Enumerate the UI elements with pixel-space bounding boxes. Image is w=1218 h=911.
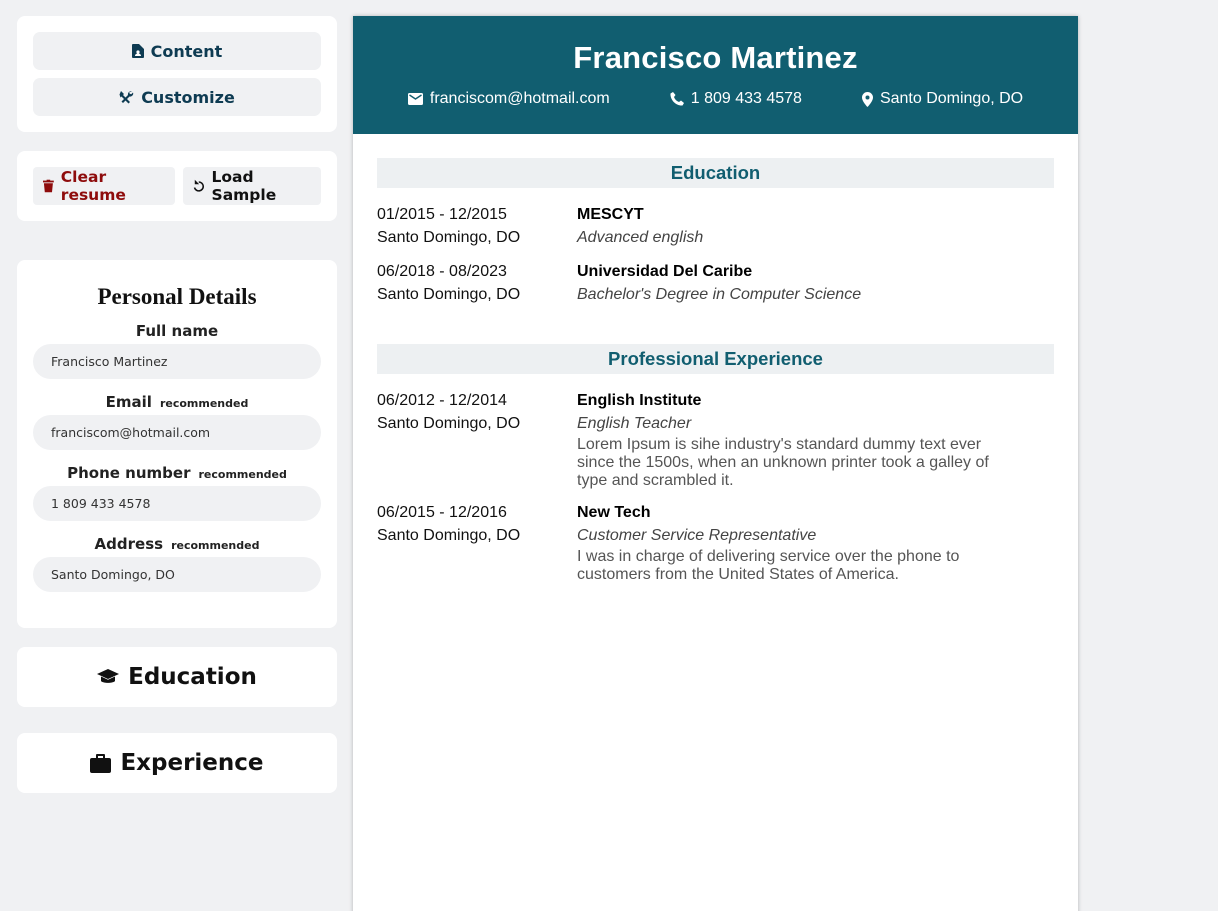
entry-location: Santo Domingo, DO [377, 229, 521, 246]
address-label-row: Address recommended [33, 535, 321, 557]
full-name-label: Full name [135, 322, 219, 340]
entry-school: Universidad Del Caribe [577, 263, 753, 280]
entry-description: I was in charge of delivering service ov… [577, 548, 960, 583]
entry-degree: Bachelor's Degree in Computer Science [577, 286, 862, 303]
map-pin-icon [861, 91, 873, 107]
resume-phone: 1 809 433 4578 [670, 90, 802, 108]
entry-degree: Advanced english [577, 229, 704, 246]
entry-company: New Tech [577, 504, 651, 521]
education-section-toggle[interactable]: Education [17, 647, 337, 707]
experience-entry: 06/2012 - 12/2014 Santo Domingo, DO Engl… [377, 389, 1054, 490]
trash-icon [43, 179, 54, 193]
document-icon [131, 44, 144, 58]
personal-details-title: Personal Details [97, 284, 257, 309]
entry-dates: 01/2015 - 12/2015 [377, 206, 507, 223]
load-sample-label: Load Sample [211, 168, 277, 204]
nav-card: Content Customize [17, 16, 337, 132]
experience-section-label: Experience [120, 750, 264, 776]
education-heading: Education [377, 158, 1054, 188]
phone-input[interactable]: 1 809 433 4578 [33, 486, 321, 521]
resume-phone-text: 1 809 433 4578 [690, 90, 802, 107]
full-name-input[interactable]: Francisco Martinez [33, 344, 321, 379]
address-label: Address [94, 535, 164, 553]
education-section-label: Education [128, 664, 257, 690]
email-input[interactable]: franciscom@hotmail.com [33, 415, 321, 450]
email-label-row: Email recommended [33, 393, 321, 415]
briefcase-icon [90, 753, 112, 773]
customize-button[interactable]: Customize [33, 78, 321, 116]
content-label: Content [150, 41, 223, 61]
personal-details-card: Personal Details Full name Francisco Mar… [17, 260, 337, 628]
tools-icon [119, 90, 134, 103]
experience-heading: Professional Experience [377, 344, 1054, 374]
clear-resume-label: Clear resume [60, 168, 126, 204]
phone-icon [670, 92, 684, 106]
entry-location: Santo Domingo, DO [377, 286, 521, 303]
entry-location: Santo Domingo, DO [377, 415, 521, 432]
entry-position: Customer Service Representative [577, 527, 817, 544]
reload-icon [193, 179, 205, 192]
phone-recommended-tag: recommended [198, 468, 287, 481]
customize-label: Customize [141, 87, 235, 107]
entry-location: Santo Domingo, DO [377, 527, 521, 544]
resume-contact-row: franciscom@hotmail.com 1 809 433 4578 Sa… [353, 90, 1078, 108]
envelope-icon [407, 93, 423, 105]
resume-location-text: Santo Domingo, DO [879, 90, 1024, 107]
education-entry: 01/2015 - 12/2015 Santo Domingo, DO MESC… [377, 203, 1054, 249]
resume-location: Santo Domingo, DO [861, 90, 1024, 108]
resume-preview: Francisco Martinez franciscom@hotmail.co… [353, 16, 1078, 911]
entry-dates: 06/2018 - 08/2023 [377, 263, 507, 280]
content-button[interactable]: Content [33, 32, 321, 70]
actions-card: Clear resume Load Sample [17, 151, 337, 221]
clear-resume-button[interactable]: Clear resume [33, 167, 175, 205]
entry-school: MESCYT [577, 206, 644, 223]
email-label: Email [105, 393, 152, 411]
address-recommended-tag: recommended [171, 539, 260, 552]
load-sample-button[interactable]: Load Sample [183, 167, 321, 205]
email-recommended-tag: recommended [159, 397, 249, 410]
resume-name: Francisco Martinez [573, 40, 858, 75]
entry-dates: 06/2012 - 12/2014 [377, 392, 507, 409]
phone-label: Phone number [67, 464, 191, 482]
phone-label-row: Phone number recommended [33, 464, 321, 486]
education-entry: 06/2018 - 08/2023 Santo Domingo, DO Univ… [377, 260, 1054, 306]
entry-description: Lorem Ipsum is sihe industry's standard … [577, 436, 989, 489]
resume-email: franciscom@hotmail.com [407, 90, 610, 108]
resume-email-text: franciscom@hotmail.com [429, 90, 610, 107]
entry-position: English Teacher [577, 415, 692, 432]
full-name-label-row: Full name [33, 322, 321, 344]
graduation-cap-icon [97, 669, 120, 683]
sidebar: Content Customize Clear resume Load Samp… [17, 16, 337, 793]
entry-company: English Institute [577, 392, 702, 409]
experience-entry: 06/2015 - 12/2016 Santo Domingo, DO New … [377, 501, 1054, 584]
resume-body: Education 01/2015 - 12/2015 Santo Doming… [353, 134, 1078, 584]
resume-header: Francisco Martinez franciscom@hotmail.co… [353, 16, 1078, 134]
entry-dates: 06/2015 - 12/2016 [377, 504, 507, 521]
experience-section-toggle[interactable]: Experience [17, 733, 337, 793]
address-input[interactable]: Santo Domingo, DO [33, 557, 321, 592]
